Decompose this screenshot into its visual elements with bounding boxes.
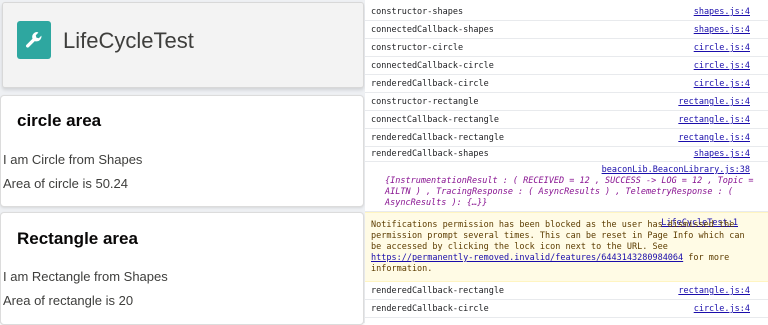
console-message: renderedCallback-circle [371,79,489,89]
source-link[interactable]: shapes.js:4 [694,7,750,17]
console-message: connectedCallback-circle [371,61,494,71]
warning-text: Notifications permission has been blocke… [371,220,751,275]
circle-card: circle area I am Circle from Shapes Area… [0,95,364,207]
card-text: Area of rectangle is 20 [3,293,134,308]
devtools-console: constructor-shapes shapes.js:4 connected… [365,0,768,323]
card-text: Area of circle is 50.24 [3,176,129,191]
warning-message: Notifications permission has been blocke… [371,220,745,252]
card-title: circle area [17,111,102,130]
source-link[interactable]: circle.js:4 [694,304,750,314]
console-message: connectCallback-rectangle [371,115,499,125]
console-row: constructor-shapes shapes.js:4 [365,3,768,21]
source-link[interactable]: shapes.js:4 [694,25,750,35]
app-panel: LifeCycleTest circle area I am Circle fr… [0,0,365,325]
app-header: LifeCycleTest [2,2,364,88]
console-row: renderedCallback-shapes shapes.js:4 [365,147,768,162]
console-row: connectedCallback-circle circle.js:4 [365,57,768,75]
console-object-log: beaconLib.BeaconLibrary.js:38 {Instrumen… [365,161,768,212]
rectangle-card: Rectangle area I am Rectangle from Shape… [0,212,364,325]
source-link[interactable]: circle.js:4 [694,79,750,89]
console-row: renderedCallback-rectangle rectangle.js:… [365,129,768,147]
console-message: renderedCallback-circle [371,304,489,314]
source-link[interactable]: rectangle.js:4 [678,133,750,143]
console-row: connectedCallback-shapes shapes.js:4 [365,21,768,39]
card-title: Rectangle area [17,229,138,248]
console-message: constructor-circle [371,43,464,53]
console-message: constructor-shapes [371,7,464,17]
console-row: constructor-circle circle.js:4 [365,39,768,57]
console-message: constructor-rectangle [371,97,479,107]
source-link[interactable]: rectangle.js:4 [678,97,750,107]
source-link[interactable]: circle.js:4 [694,61,750,71]
console-row: renderedCallback-rectangle rectangle.js:… [365,282,768,300]
console-row: renderedCallback-circle circle.js:4 [365,300,768,318]
console-message: renderedCallback-rectangle [371,286,505,296]
card-text: I am Rectangle from Shapes [3,269,168,284]
console-message: connectedCallback-shapes [371,25,494,35]
card-text: I am Circle from Shapes [3,152,143,167]
console-row: connectCallback-rectangle rectangle.js:4 [365,111,768,129]
wrench-icon [17,21,51,59]
warning-link[interactable]: https://permanently-removed.invalid/feat… [371,253,683,263]
source-link[interactable]: shapes.js:4 [694,149,750,159]
source-link[interactable]: rectangle.js:4 [678,115,750,125]
console-row: constructor-rectangle rectangle.js:4 [365,93,768,111]
source-link[interactable]: circle.js:4 [694,43,750,53]
log-object-text[interactable]: {InstrumentationResult : ( RECEIVED = 12… [385,176,757,209]
source-link[interactable]: rectangle.js:4 [678,286,750,296]
app-title: LifeCycleTest [63,28,194,53]
console-message: renderedCallback-shapes [371,149,489,159]
console-warning: LifeCycleTest:1 Notifications permission… [365,212,768,282]
console-message: renderedCallback-rectangle [371,133,505,143]
source-link[interactable]: beaconLib.BeaconLibrary.js:38 [602,165,750,175]
console-row: renderedCallback-circle circle.js:4 [365,75,768,93]
